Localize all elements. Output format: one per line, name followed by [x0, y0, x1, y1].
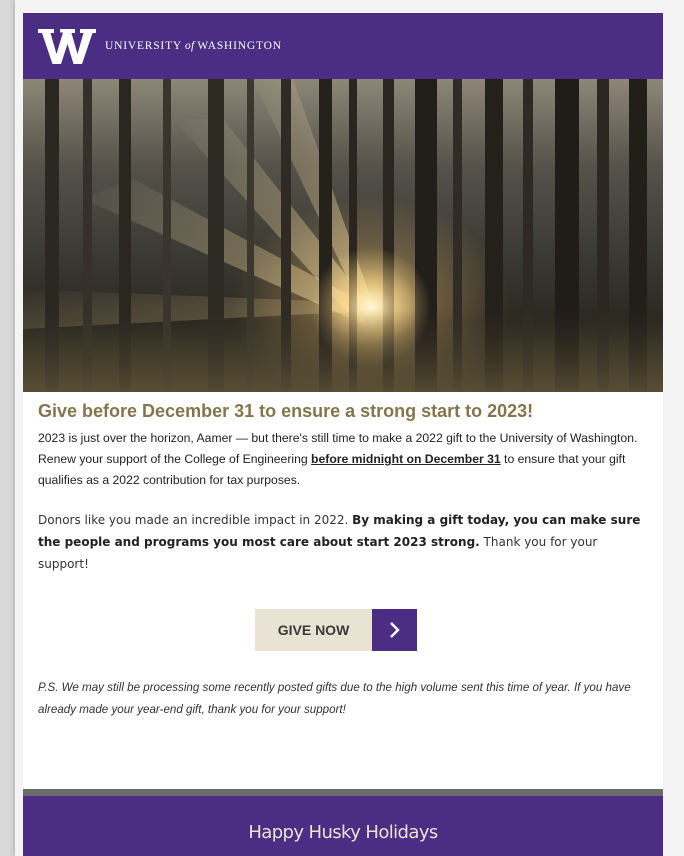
wordmark-of: of [185, 40, 195, 52]
impact-paragraph: Donors like you made an incredible impac… [38, 509, 648, 575]
holiday-greeting: Happy Husky Holidays [248, 822, 438, 843]
email-footer: Happy Husky Holidays [23, 796, 663, 856]
footer-divider [23, 789, 663, 796]
postscript: P.S. We may still be processing some rec… [38, 681, 631, 716]
email-body: UNIVERSITY of WASHINGTON Give before Dec… [23, 13, 663, 856]
uw-w-logo-icon[interactable] [38, 27, 96, 65]
give-now-arrow[interactable] [372, 609, 417, 651]
chevron-right-icon [389, 622, 400, 638]
impact-text-start: Donors like you made an incredible impac… [38, 513, 353, 527]
headline: Give before December 31 to ensure a stro… [38, 401, 534, 421]
wordmark-university: UNIVERSITY [105, 40, 182, 52]
forest-sunlight-photo-icon [23, 79, 663, 392]
deadline-link[interactable]: before midnight on December 31 [311, 452, 501, 466]
give-now-label[interactable]: GIVE NOW [255, 609, 372, 651]
email-header: UNIVERSITY of WASHINGTON [23, 13, 663, 79]
hero-image [23, 79, 663, 392]
wordmark-washington: WASHINGTON [197, 40, 282, 52]
give-now-button[interactable]: GIVE NOW [255, 609, 417, 651]
intro-paragraph: 2023 is just over the horizon, Aamer — b… [38, 428, 648, 491]
uw-wordmark[interactable]: UNIVERSITY of WASHINGTON [105, 40, 282, 52]
